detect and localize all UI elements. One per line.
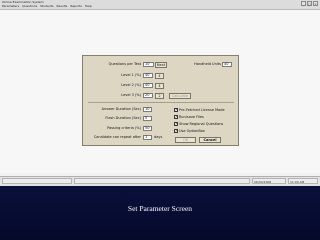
pre-fetched-license-checkbox[interactable]: ✓: [174, 108, 178, 112]
repeat-after-field[interactable]: 1: [143, 135, 152, 140]
menu-item-reports[interactable]: Reports: [70, 4, 82, 8]
level-1-label: Level 1 (%): [121, 73, 141, 77]
menu-item-results[interactable]: Results: [57, 4, 68, 8]
flash-duration-label: Flash Duration (Sec): [105, 116, 141, 120]
cancel-button[interactable]: Cancel: [199, 137, 221, 143]
calculate-button[interactable]: Calculate: [169, 92, 191, 99]
minimize-icon[interactable]: _: [301, 1, 306, 6]
level-1-button[interactable]: 4: [155, 72, 164, 79]
menu-item-parameters[interactable]: Parameters: [2, 4, 19, 8]
menu-item-help[interactable]: Help: [85, 4, 92, 8]
taskbar-status-middle: [74, 178, 250, 184]
next-button[interactable]: Next: [155, 61, 167, 68]
level-3-label: Level 3 (%): [121, 93, 141, 97]
close-icon[interactable]: x: [313, 1, 318, 6]
level-1-field[interactable]: 40: [143, 73, 153, 78]
use-optionbox-checkbox[interactable]: ✓: [174, 129, 178, 133]
questions-per-test-field[interactable]: 10: [143, 62, 154, 67]
maximize-icon[interactable]: □: [307, 1, 312, 6]
answer-duration-label: Answer Duration (Sec): [101, 107, 141, 111]
passing-criteria-label: Passing criteria (%): [107, 126, 141, 130]
menu-bar: Parameters Questions Students Results Re…: [2, 4, 92, 8]
slide-caption: Set Parameter Screen: [127, 204, 193, 213]
answer-duration-field[interactable]: 10: [143, 107, 152, 112]
run-save-files-checkbox[interactable]: ✓: [174, 115, 178, 119]
app-screen: Online Examination System Parameters Que…: [0, 0, 320, 186]
repeat-after-label: Candidate can repeat after: [93, 135, 141, 139]
taskbar-time: 11:00 AM: [288, 178, 318, 184]
handheld-units-field[interactable]: 40: [222, 62, 232, 67]
level-2-field[interactable]: 40: [143, 83, 153, 88]
passing-criteria-field[interactable]: 50: [143, 126, 152, 131]
ok-button[interactable]: OK: [175, 137, 196, 143]
window-controls: _ □ x: [301, 1, 318, 6]
title-bar: Online Examination System Parameters Que…: [0, 0, 320, 10]
pre-fetched-license-label: Pre-Fetched License Mode: [179, 107, 225, 112]
questions-per-test-label: Questions per Test: [108, 62, 141, 66]
level-3-field[interactable]: 20: [143, 93, 153, 98]
use-optionbox-label: Use OptionBox: [179, 128, 205, 133]
set-parameters-dialog: Questions per Test 10 Next Handheld Unit…: [82, 55, 239, 146]
level-3-button[interactable]: 2: [155, 92, 164, 99]
show-regional-questions-label: Show Regional Questions: [179, 121, 224, 126]
level-2-label: Level 2 (%): [121, 83, 141, 87]
menu-item-students[interactable]: Students: [40, 4, 53, 8]
taskbar-status-left: [2, 178, 72, 184]
taskbar-date: 06/04/2006: [252, 178, 286, 184]
run-save-files-label: Run/save Files: [179, 114, 204, 119]
flash-duration-field[interactable]: 5: [143, 116, 152, 121]
divider: [88, 102, 234, 103]
handheld-units-label: Handheld Units: [194, 62, 221, 66]
level-2-button[interactable]: 4: [155, 82, 164, 89]
repeat-unit-label: days: [154, 135, 163, 139]
menu-item-questions[interactable]: Questions: [22, 4, 37, 8]
taskbar: 06/04/2006 11:00 AM: [0, 176, 320, 186]
show-regional-questions-checkbox[interactable]: ✓: [174, 122, 178, 126]
